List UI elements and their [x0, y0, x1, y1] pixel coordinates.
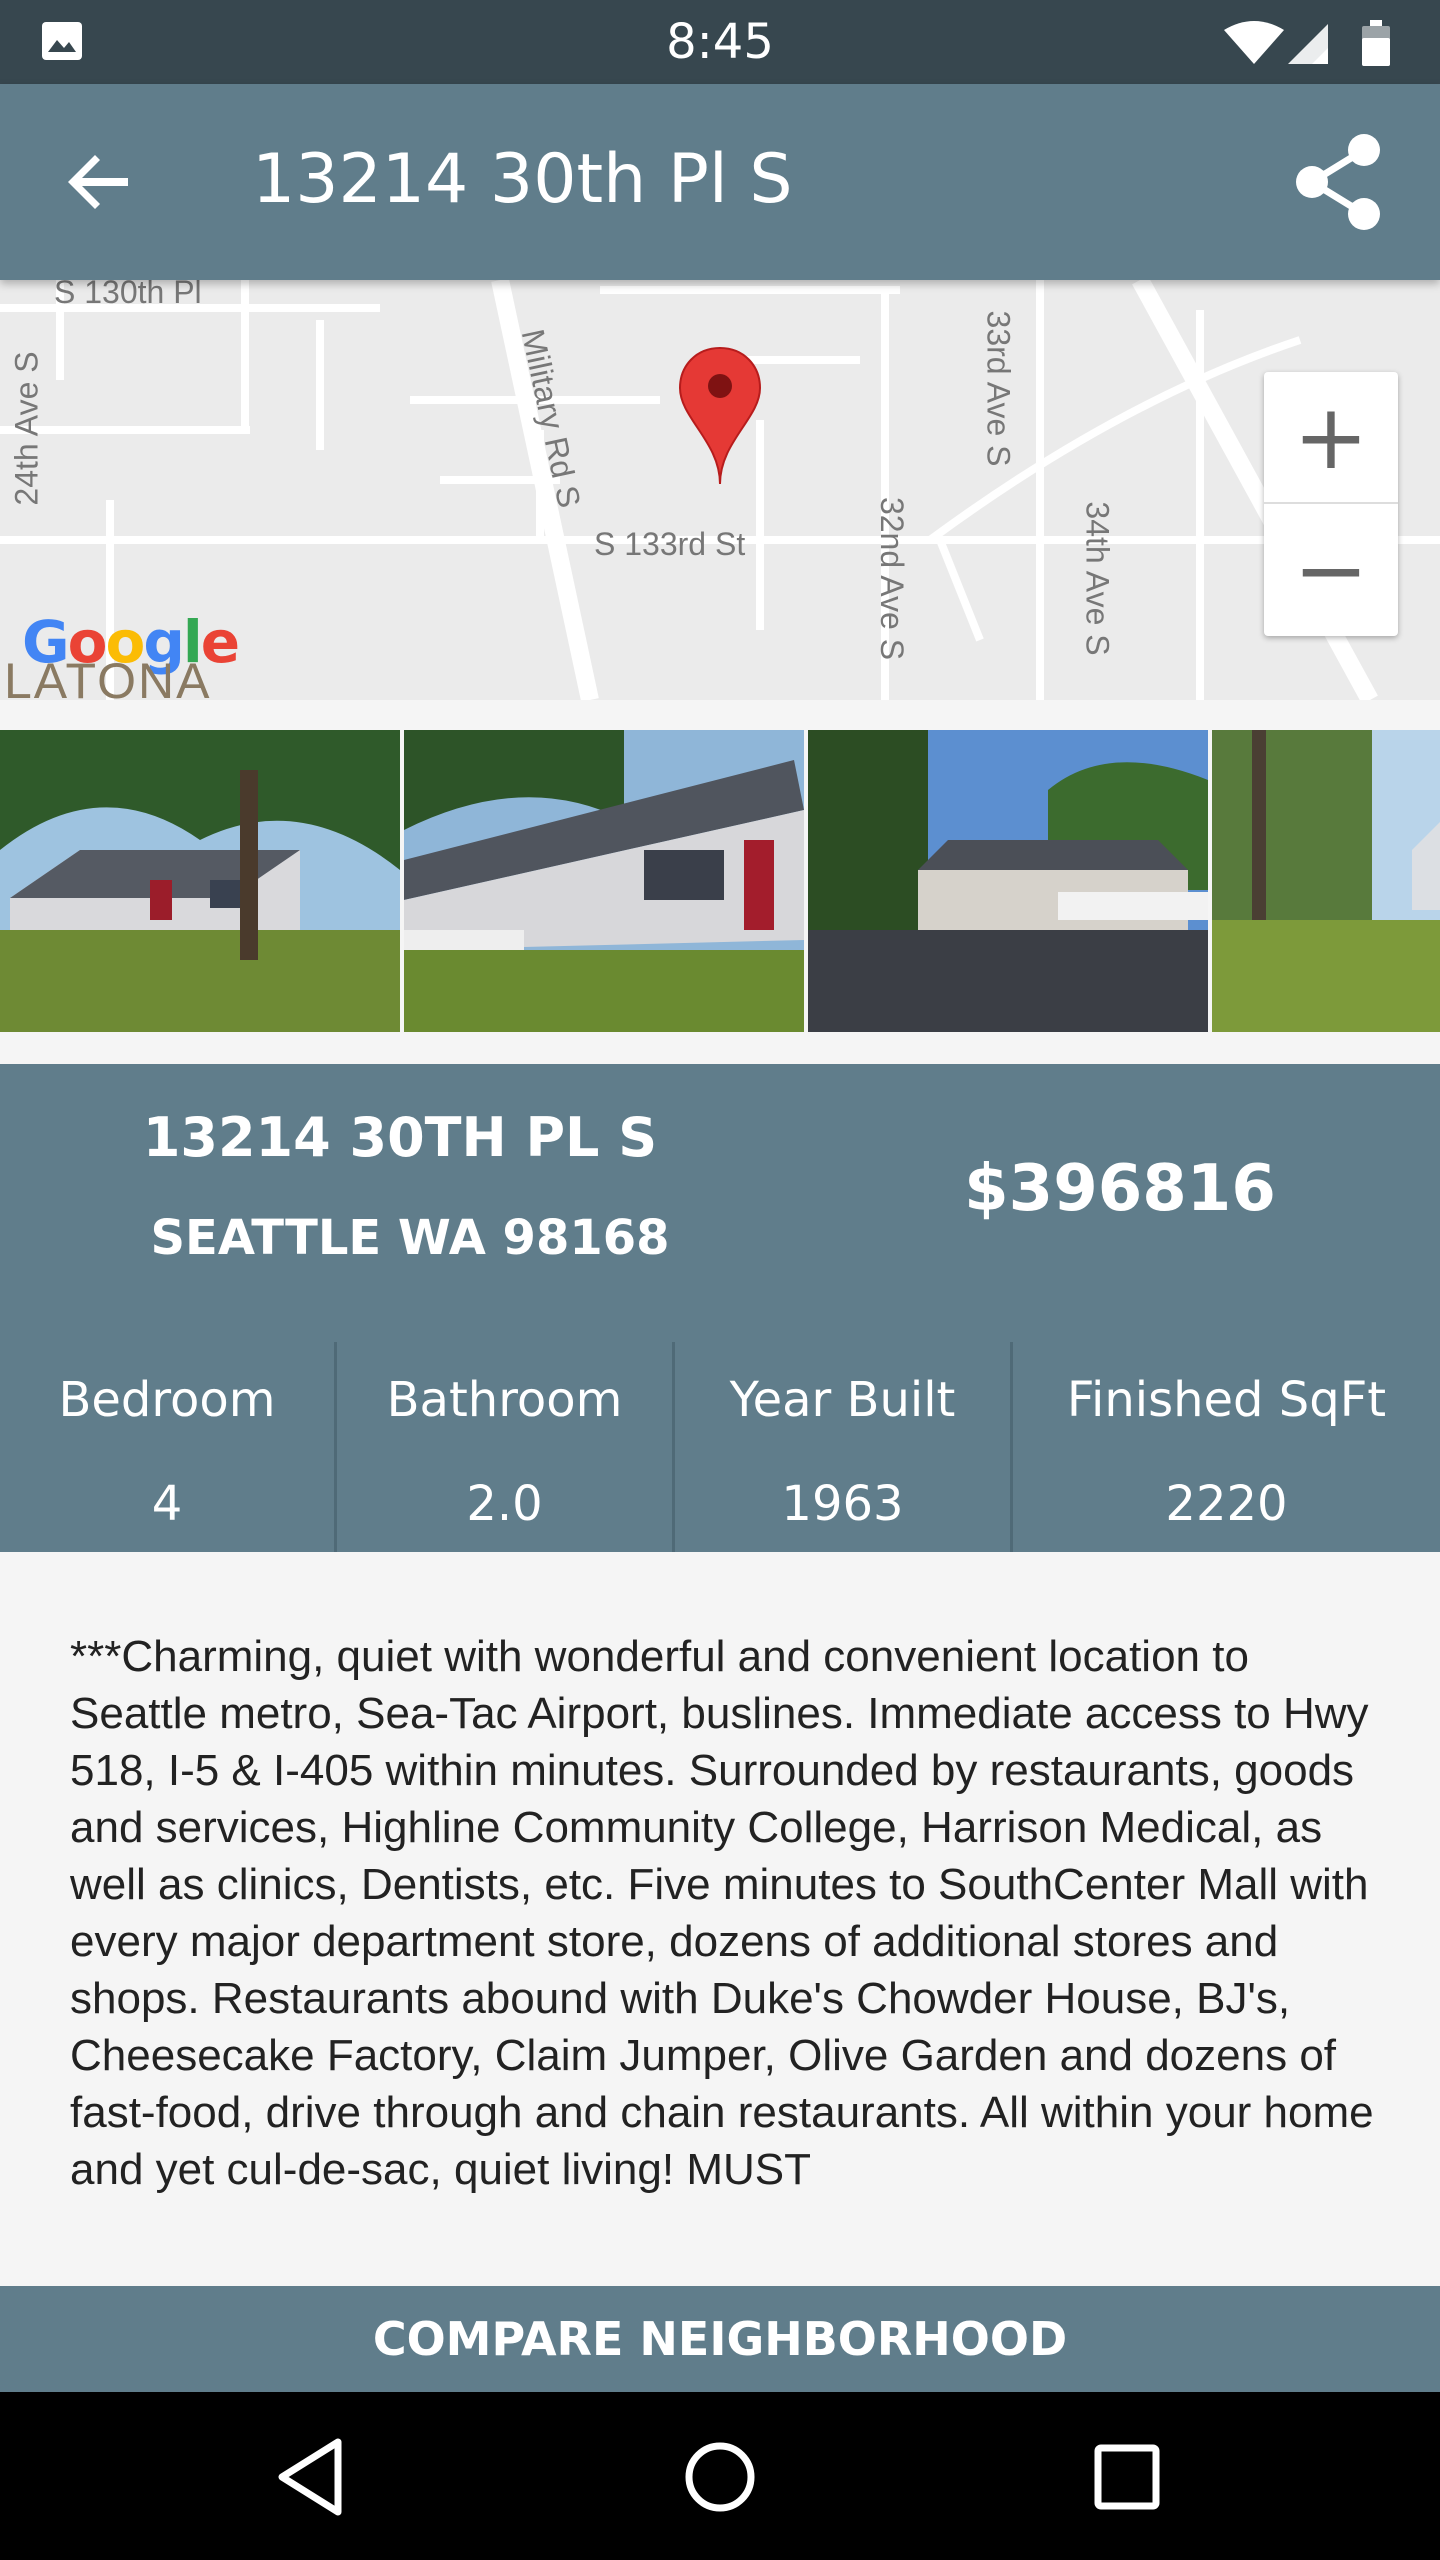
stat-value: 1963	[781, 1476, 904, 1532]
photo-strip[interactable]	[0, 730, 1440, 1032]
navigation-bar	[0, 2392, 1440, 2560]
map-view[interactable]: S 130th Pl 24th Ave S Military Rd S 33rd…	[0, 280, 1440, 700]
street-label: S 133rd St	[594, 526, 746, 562]
share-icon[interactable]	[1290, 132, 1386, 232]
nav-back-icon[interactable]	[268, 2432, 358, 2522]
street-label: 33rd Ave S	[980, 310, 1017, 467]
street-label: 24th Ave S	[8, 351, 45, 506]
compare-neighborhood-button[interactable]: COMPARE NEIGHBORHOOD	[0, 2286, 1440, 2392]
status-icons	[1224, 20, 1390, 66]
stat-label: Bathroom	[386, 1372, 623, 1428]
arrow-back-icon[interactable]	[60, 144, 136, 220]
address-line2: SEATTLE WA 98168	[150, 1210, 670, 1266]
street-label: S 130th Pl	[54, 280, 202, 310]
listing-info: 13214 30TH PL S SEATTLE WA 98168 $396816…	[0, 1064, 1440, 1552]
zoom-controls: + −	[1264, 372, 1398, 636]
stat-value: 2.0	[466, 1476, 543, 1532]
page-title: 13214 30th Pl S	[252, 140, 793, 219]
stat-label: Finished SqFt	[1066, 1372, 1387, 1428]
nav-home-icon[interactable]	[675, 2432, 765, 2522]
stat-label: Year Built	[729, 1372, 956, 1428]
neighborhood-label: LATONA	[4, 653, 212, 700]
app-bar: 13214 30th Pl S	[0, 84, 1440, 280]
stat-year-built: Year Built 1963	[672, 1342, 1010, 1552]
stat-value: 2220	[1165, 1476, 1288, 1532]
stat-label: Bedroom	[58, 1372, 276, 1428]
battery-icon	[1362, 20, 1390, 66]
listing-description[interactable]: ***Charming, quiet with wonderful and co…	[70, 1628, 1380, 2252]
zoom-in-button[interactable]: +	[1264, 372, 1398, 504]
stat-bathroom: Bathroom 2.0	[334, 1342, 672, 1552]
stat-finished-sqft: Finished SqFt 2220	[1010, 1342, 1440, 1552]
street-label: 32nd Ave S	[874, 496, 911, 661]
house-photo-4[interactable]	[1212, 730, 1440, 1032]
stat-bedroom: Bedroom 4	[0, 1342, 334, 1552]
street-label: 34th Ave S	[1079, 501, 1116, 656]
house-photo-3[interactable]	[808, 730, 1208, 1032]
price: $396816	[964, 1152, 1276, 1226]
house-photo-2[interactable]	[404, 730, 804, 1032]
address-line1: 13214 30TH PL S	[142, 1106, 658, 1169]
screen: 8:45 13214 30th Pl S S 130th Pl 24th Ave…	[0, 0, 1440, 2560]
nav-recents-icon[interactable]	[1082, 2432, 1172, 2522]
wifi-icon	[1224, 21, 1284, 64]
zoom-out-button[interactable]: −	[1264, 504, 1398, 636]
status-bar: 8:45	[0, 0, 1440, 84]
map-pin-icon[interactable]	[678, 346, 762, 486]
house-photo-1[interactable]	[0, 730, 400, 1032]
stats-row: Bedroom 4 Bathroom 2.0 Year Built 1963 F…	[0, 1342, 1440, 1552]
stat-value: 4	[151, 1476, 183, 1532]
